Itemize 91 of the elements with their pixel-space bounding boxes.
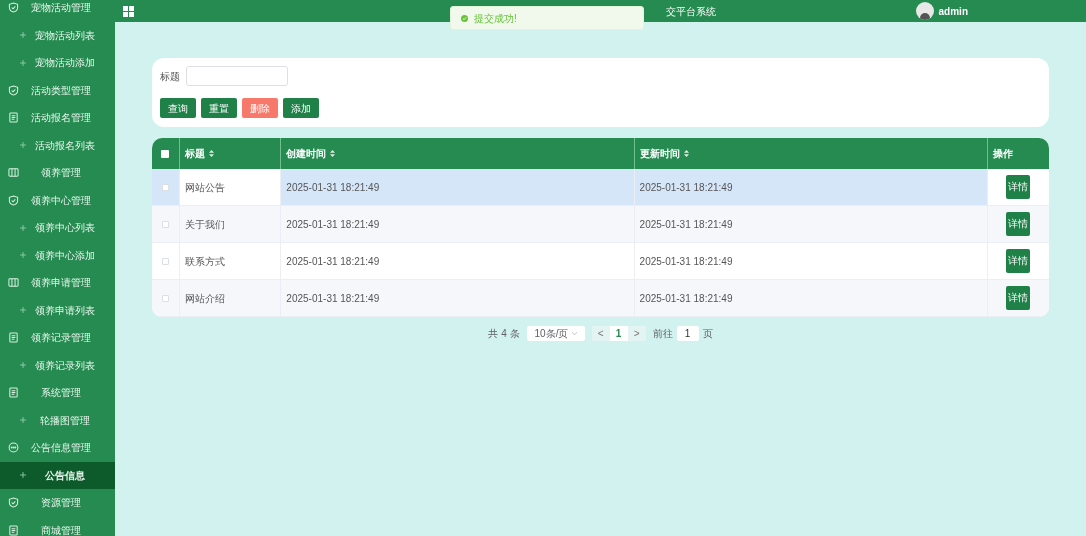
table-cell-text: 联系方式 xyxy=(184,254,225,269)
table-cell-text: 2025-01-31 18:21:49 xyxy=(639,291,733,306)
column-header: 操作 xyxy=(992,147,1013,161)
goto-label: 前往 xyxy=(652,327,673,341)
column-header[interactable]: 更新时间 xyxy=(639,146,680,161)
row-checkbox[interactable] xyxy=(161,257,169,265)
sidebar-item[interactable]: 活动报名管理 xyxy=(0,104,115,132)
sidebar-item[interactable]: 系统管理 xyxy=(0,379,115,407)
shield-icon xyxy=(8,84,19,96)
sidebar-item[interactable]: 领养中心管理 xyxy=(0,186,115,214)
row-checkbox[interactable] xyxy=(161,220,169,228)
sidebar-item[interactable]: 商城管理 xyxy=(0,516,115,536)
sidebar-item[interactable]: 领养管理 xyxy=(0,159,115,187)
plus-icon xyxy=(20,362,26,369)
prev-page-button[interactable]: < xyxy=(591,326,610,341)
sidebar-item[interactable]: 公告信息 xyxy=(0,461,115,489)
sidebar-item[interactable]: 公告信息管理 xyxy=(0,434,115,462)
sidebar-item[interactable]: 活动类型管理 xyxy=(0,76,115,104)
sidebar-item[interactable]: 宠物活动列表 xyxy=(0,21,115,49)
table-cell-text: 2025-01-31 18:21:49 xyxy=(286,254,380,269)
goto-input[interactable]: 1 xyxy=(676,326,699,341)
select-all-checkbox[interactable] xyxy=(161,149,170,158)
sort-icon xyxy=(330,150,336,157)
plus-icon xyxy=(20,472,26,479)
sort-icon xyxy=(208,150,214,157)
plus-icon xyxy=(20,142,26,149)
table-row[interactable]: 网站公告 2025-01-31 18:21:49 2025-01-31 18:21:49 详情 xyxy=(152,169,1049,206)
table-cell-text: 网站介绍 xyxy=(184,291,225,306)
caret-icon xyxy=(571,332,577,335)
check-circle-icon xyxy=(461,14,468,22)
page-size-select[interactable]: 10条/页 xyxy=(526,326,585,341)
plus-icon xyxy=(20,59,26,66)
action-button[interactable]: 添加 xyxy=(283,98,319,118)
details-button[interactable]: 详情 xyxy=(1006,175,1031,199)
table-row[interactable]: 联系方式 2025-01-31 18:21:49 2025-01-31 18:21:49 详情 xyxy=(152,243,1049,280)
table-cell-text: 2025-01-31 18:21:49 xyxy=(639,180,733,195)
sidebar-item[interactable]: 活动报名列表 xyxy=(0,131,115,159)
field-label: 标题 xyxy=(160,69,180,84)
shield-icon xyxy=(8,194,19,206)
row-checkbox[interactable] xyxy=(161,294,169,302)
shield-icon xyxy=(8,497,19,509)
table-cell-text: 2025-01-31 18:21:49 xyxy=(286,291,380,306)
sidebar-item[interactable]: 宠物活动管理 xyxy=(0,0,115,22)
table-row[interactable]: 关于我们 2025-01-31 18:21:49 2025-01-31 18:21:49 详情 xyxy=(152,206,1049,243)
table-row[interactable]: 网站介绍 2025-01-31 18:21:49 2025-01-31 18:21:49 详情 xyxy=(152,280,1049,317)
table-cell-text: 2025-01-31 18:21:49 xyxy=(286,217,380,232)
shield-icon xyxy=(8,2,19,14)
sidebar-item[interactable]: 领养记录管理 xyxy=(0,324,115,352)
columns-icon xyxy=(8,277,19,289)
total-count: 共 4 条 xyxy=(488,327,520,341)
table-cell-text: 网站公告 xyxy=(184,180,225,195)
avatar[interactable] xyxy=(915,2,934,20)
document-icon xyxy=(8,524,19,536)
table-cell-text: 2025-01-31 18:21:49 xyxy=(639,217,733,232)
row-checkbox[interactable] xyxy=(161,183,169,191)
plus-icon xyxy=(20,224,26,231)
sidebar-item[interactable]: 领养中心列表 xyxy=(0,214,115,242)
table-cell-text: 2025-01-31 18:21:49 xyxy=(286,180,380,195)
column-header[interactable]: 标题 xyxy=(184,146,205,161)
plus-icon xyxy=(20,417,26,424)
sidebar-item[interactable]: 领养申请管理 xyxy=(0,269,115,297)
action-button[interactable]: 查询 xyxy=(160,98,196,118)
document-icon xyxy=(8,332,19,344)
delete-button[interactable]: 删除 xyxy=(242,98,278,118)
document-icon xyxy=(8,387,19,399)
columns-icon xyxy=(8,167,19,179)
details-button[interactable]: 详情 xyxy=(1006,249,1031,273)
plus-icon xyxy=(20,307,26,314)
action-button[interactable]: 重置 xyxy=(201,98,237,118)
sidebar-item[interactable]: 领养记录列表 xyxy=(0,351,115,379)
sort-icon xyxy=(683,150,689,157)
chat-icon xyxy=(8,442,19,454)
username[interactable]: admin xyxy=(938,3,968,19)
sidebar-item[interactable]: 轮播图管理 xyxy=(0,406,115,434)
plus-icon xyxy=(20,252,26,259)
details-button[interactable]: 详情 xyxy=(1006,212,1031,236)
system-title: 交平台系统 xyxy=(666,4,716,19)
title-input[interactable] xyxy=(186,66,288,86)
sidebar-item[interactable]: 领养中心添加 xyxy=(0,241,115,269)
document-icon xyxy=(8,112,19,124)
page-suffix: 页 xyxy=(702,327,713,341)
sidebar-item[interactable]: 领养申请列表 xyxy=(0,296,115,324)
table-cell-text: 关于我们 xyxy=(184,217,225,232)
sidebar-item[interactable]: 宠物活动添加 xyxy=(0,49,115,77)
details-button[interactable]: 详情 xyxy=(1006,286,1031,310)
column-header[interactable]: 创建时间 xyxy=(286,146,327,161)
menu-icon[interactable] xyxy=(123,5,134,17)
sidebar-item[interactable]: 资源管理 xyxy=(0,489,115,517)
toast-message: 提交成功! xyxy=(474,11,517,26)
table-cell-text: 2025-01-31 18:21:49 xyxy=(639,254,733,269)
plus-icon xyxy=(20,32,26,39)
